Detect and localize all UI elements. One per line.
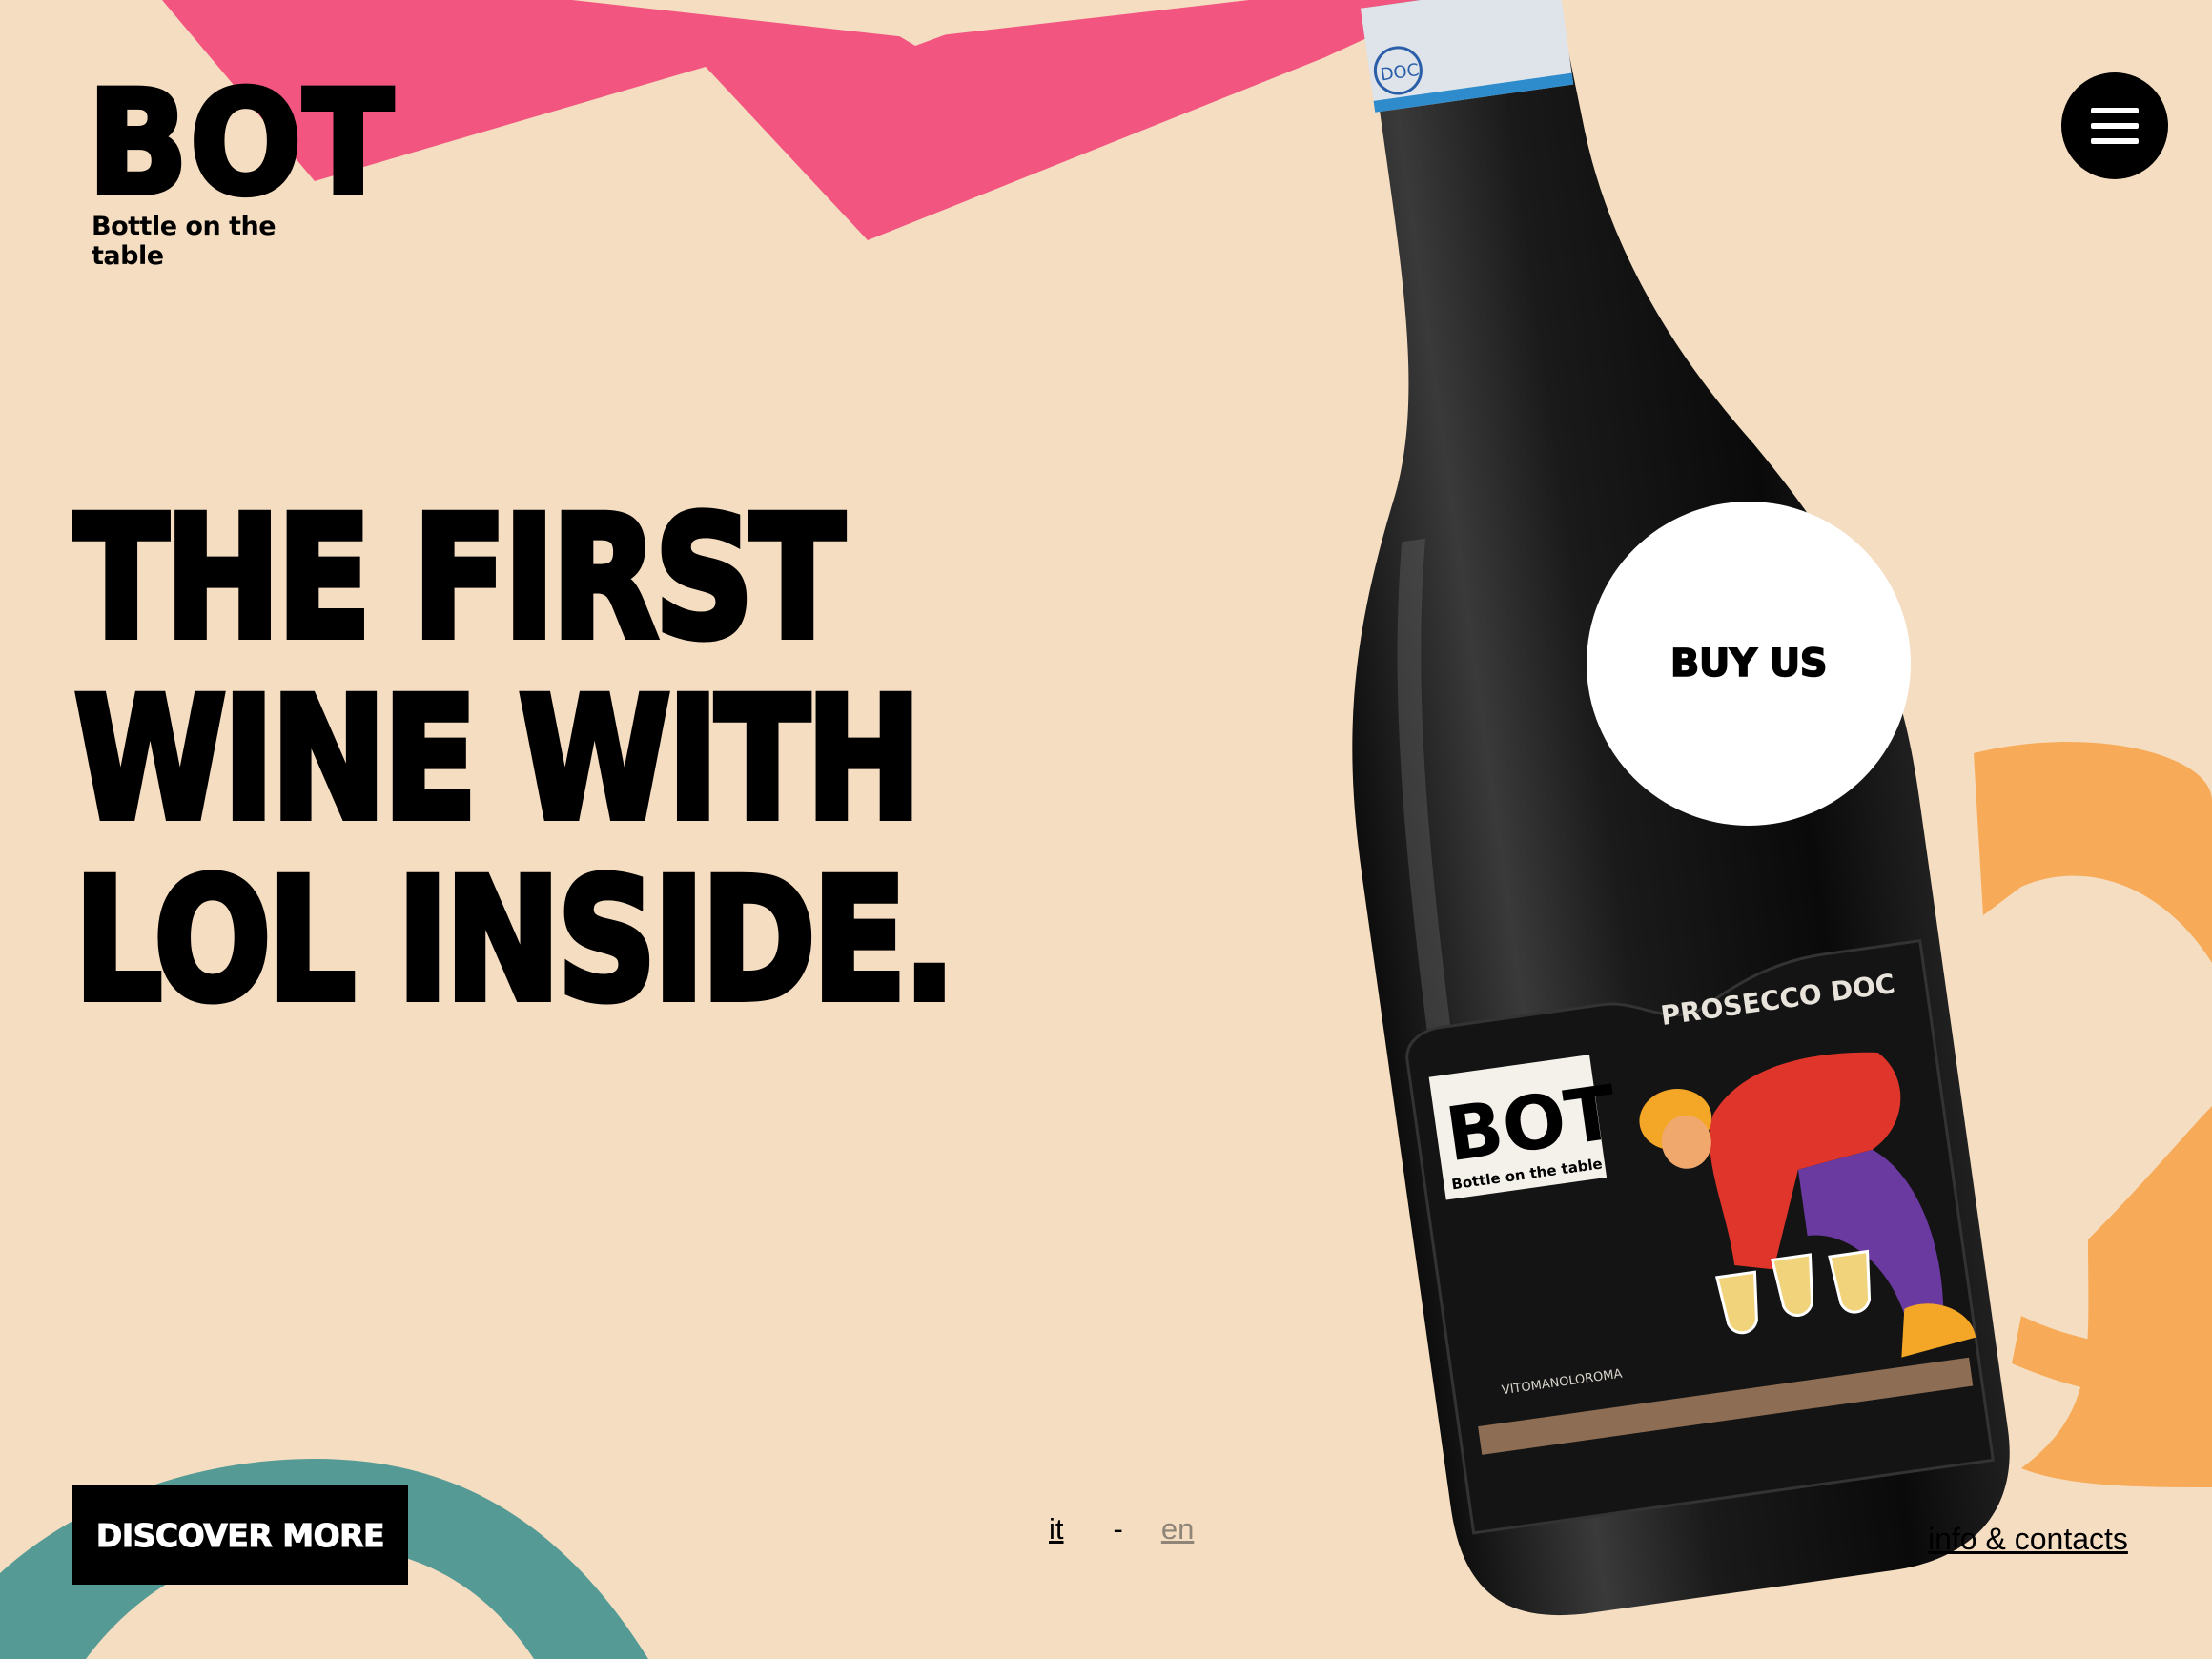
- buy-us-button[interactable]: BUY US: [1587, 502, 1911, 826]
- logo-text: BOT: [85, 61, 396, 227]
- menu-button[interactable]: [2061, 72, 2168, 179]
- language-it-link[interactable]: it: [1049, 1512, 1064, 1546]
- language-switch: it - en: [1049, 1512, 1194, 1546]
- headline-line-1: THE FIRST: [72, 481, 848, 676]
- hamburger-icon: [2091, 108, 2139, 144]
- info-contacts-link[interactable]: info & contacts: [1928, 1522, 2128, 1557]
- language-separator: -: [1113, 1512, 1123, 1546]
- headline-line-3: LOL INSIDE.: [72, 843, 959, 1038]
- headline-line-2: WINE WITH: [72, 662, 925, 857]
- language-en-link[interactable]: en: [1161, 1512, 1194, 1546]
- discover-more-button[interactable]: DISCOVER MORE: [72, 1485, 408, 1585]
- brand-logo[interactable]: BOT Bottle on the table: [85, 61, 396, 271]
- hero-headline: THE FIRST WINE WITH LOL INSIDE.: [72, 481, 959, 1038]
- orange-loop-shape: [1974, 742, 2212, 963]
- orange-loop-lower: [2021, 1106, 2212, 1487]
